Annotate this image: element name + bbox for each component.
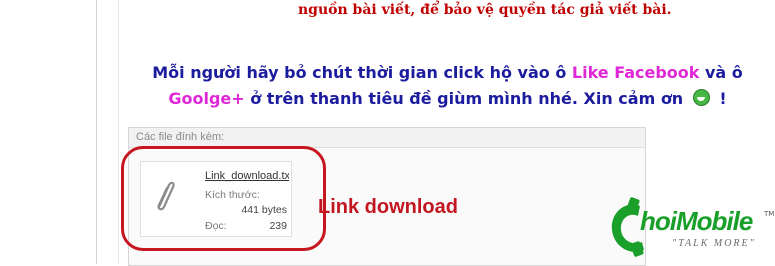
- message-text-3: ở trên thanh tiêu đề giùm mình nhé. Xin …: [244, 89, 689, 108]
- watermark-logo: hoiMobile TM "TALK MORE": [606, 196, 775, 264]
- message-text-1: Mỗi người hãy bỏ chút thời gian click hộ…: [152, 63, 572, 82]
- message-text-4: !: [713, 89, 727, 108]
- copyright-notice: nguồn bài viết, để bảo vệ quyền tác giả …: [298, 2, 672, 18]
- google-plus-text: Goolge+: [168, 89, 245, 108]
- attachments-header: Các file đính kèm:: [129, 128, 645, 148]
- watermark-tagline: "TALK MORE": [672, 238, 756, 249]
- grin-smiley-icon: [692, 89, 710, 106]
- watermark-tm: TM: [764, 210, 775, 218]
- like-facebook-text: Like Facebook: [571, 63, 700, 82]
- message-text-2: và ô: [699, 63, 743, 82]
- highlight-oval: [121, 146, 326, 251]
- page-column-divider: [96, 0, 97, 264]
- like-request-message: Mỗi người hãy bỏ chút thời gian click hộ…: [120, 60, 775, 112]
- annotation-label: Link download: [318, 196, 458, 218]
- watermark-text: hoiMobile: [640, 206, 753, 236]
